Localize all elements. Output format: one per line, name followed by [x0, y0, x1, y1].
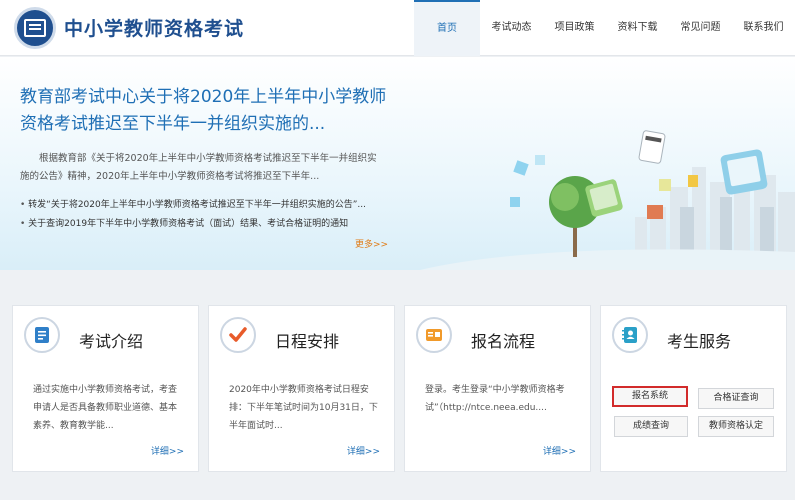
document-icon [24, 317, 60, 353]
card-title: 报名流程 [471, 332, 536, 351]
news-list: 转发“关于将2020年上半年中小学教师资格考试推迟至下半年一并组织实施的公告”.… [20, 196, 392, 234]
banner-headline[interactable]: 教育部考试中心关于将2020年上半年中小学教师资格考试推迟至下半年一并组织实施的… [20, 84, 400, 138]
teacher-qualification-button[interactable]: 教师资格认定 [698, 416, 774, 437]
score-query-button[interactable]: 成绩查询 [614, 416, 688, 437]
details-link[interactable]: 详细>> [543, 444, 576, 457]
card-text: 登录。考生登录“中小学教师资格考试”（http://ntce.neea.edu.… [425, 385, 565, 413]
details-link[interactable]: 详细>> [151, 444, 184, 457]
banner: 教育部考试中心关于将2020年上半年中小学教师资格考试推迟至下半年一并组织实施的… [0, 57, 795, 270]
card-registration-process: 报名流程 登录。考生登录“中小学教师资格考试”（http://ntce.neea… [404, 305, 591, 472]
site-logo[interactable] [14, 7, 56, 49]
checkmark-icon [220, 317, 256, 353]
card-text: 2020年中小学教师资格考试日程安排：下半年笔试时间为10月31日，下半年面试时… [229, 385, 378, 431]
nav-exam-news[interactable]: 考试动态 [480, 0, 543, 56]
site-header: 中小学教师资格考试 首页 考试动态 项目政策 资料下载 常见问题 联系我们 [0, 0, 795, 56]
banner-summary: 根据教育部《关于将2020年上半年中小学教师资格考试推迟至下半年一并组织实施的公… [20, 153, 377, 182]
card-text: 通过实施中小学教师资格考试，考查申请人是否具备教师职业道德、基本素养、教育教学能… [33, 385, 178, 431]
card-schedule: 日程安排 2020年中小学教师资格考试日程安排：下半年笔试时间为10月31日，下… [208, 305, 395, 472]
nav-contact[interactable]: 联系我们 [732, 0, 795, 56]
news-item[interactable]: 转发“关于将2020年上半年中小学教师资格考试推迟至下半年一并组织实施的公告”.… [20, 196, 392, 215]
card-candidate-services: 考生服务 报名系统 合格证查询 成绩查询 教师资格认定 [600, 305, 787, 472]
nav-home[interactable]: 首页 [414, 0, 480, 56]
card-title: 日程安排 [275, 332, 340, 351]
nav-policy[interactable]: 项目政策 [543, 0, 606, 56]
book-icon [24, 19, 46, 37]
nav-downloads[interactable]: 资料下载 [606, 0, 669, 56]
details-link[interactable]: 详细>> [347, 444, 380, 457]
contacts-icon [612, 317, 648, 353]
card-exam-intro: 考试介绍 通过实施中小学教师资格考试，考查申请人是否具备教师职业道德、基本素养、… [12, 305, 199, 472]
form-icon [416, 317, 452, 353]
certificate-query-button[interactable]: 合格证查询 [698, 388, 774, 409]
registration-system-button[interactable]: 报名系统 [612, 386, 688, 407]
news-item[interactable]: 关于查询2019年下半年中小学教师资格考试（面试）结果、考试合格证明的通知 [20, 215, 392, 234]
card-title: 考生服务 [667, 332, 732, 351]
site-title[interactable]: 中小学教师资格考试 [64, 14, 244, 41]
main-nav: 首页 考试动态 项目政策 资料下载 常见问题 联系我们 [414, 0, 795, 56]
card-title: 考试介绍 [79, 332, 144, 351]
nav-faq[interactable]: 常见问题 [669, 0, 732, 56]
more-link[interactable]: 更多>> [355, 237, 388, 250]
banner-illustration [420, 130, 795, 270]
